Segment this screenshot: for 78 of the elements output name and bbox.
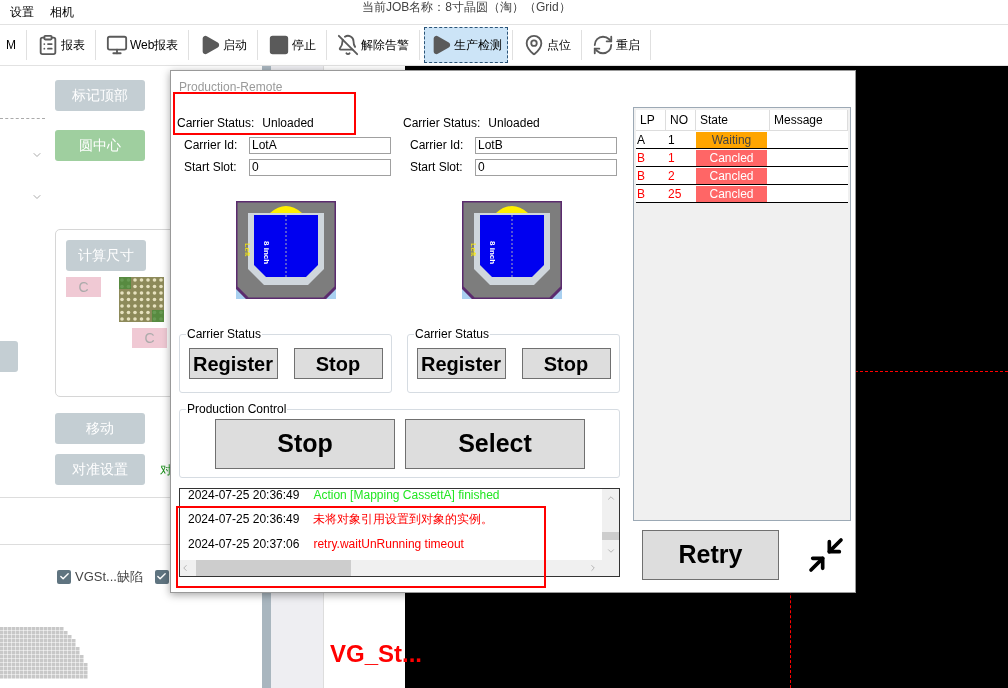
- marker-tag: C: [66, 277, 101, 297]
- collapse-icon[interactable]: [806, 535, 846, 575]
- status-text: 对: [160, 461, 172, 479]
- status-label: Carrier Status:: [403, 115, 481, 132]
- log-message: Action [Mapping CassettA] finished: [313, 489, 500, 504]
- state-badge: Cancled: [696, 149, 767, 166]
- column-header[interactable]: NO: [666, 110, 696, 130]
- control-button[interactable]: Stop: [215, 418, 395, 469]
- toolbar-button[interactable]: M: [0, 27, 22, 63]
- text-field[interactable]: 0: [475, 158, 617, 176]
- state-badge: Waiting: [696, 131, 767, 148]
- scroll-right-icon[interactable]: [588, 563, 598, 573]
- scroll-down-icon[interactable]: [605, 546, 616, 556]
- menu-item[interactable]: 相机: [50, 3, 74, 21]
- scroll-thumb[interactable]: [196, 560, 351, 576]
- control-button[interactable]: Select: [405, 418, 585, 469]
- field-label: Start Slot:: [184, 159, 238, 176]
- log-time: 2024-07-25 20:37:06: [188, 535, 300, 553]
- column-header[interactable]: Message: [770, 110, 848, 130]
- carrier-button[interactable]: Stop: [521, 348, 611, 379]
- column-header[interactable]: LP: [636, 110, 666, 130]
- table-cell-text: 25: [667, 185, 683, 203]
- table-cell-text: B: [636, 149, 646, 167]
- table-cell-text: A: [636, 131, 646, 149]
- scroll-left-icon[interactable]: [180, 563, 190, 573]
- toolbar-button[interactable]: 停止: [262, 27, 323, 63]
- state-badge: Cancled: [696, 185, 767, 202]
- text-field[interactable]: LotB: [475, 136, 617, 154]
- marker-tag: C: [132, 328, 167, 348]
- checkbox[interactable]: [57, 569, 71, 584]
- toolbar-button[interactable]: 报表: [31, 27, 91, 63]
- table-cell-text: B: [636, 185, 646, 203]
- carrier-button[interactable]: Register: [416, 348, 506, 379]
- toolbar-button[interactable]: 点位: [517, 27, 578, 63]
- scroll-thumb[interactable]: [602, 532, 619, 540]
- carrier-button[interactable]: Register: [188, 348, 278, 379]
- log-message: retry.waitUnRunning timeout: [313, 535, 464, 553]
- refresh-icon: [592, 34, 615, 56]
- status-value: Unloaded: [488, 115, 540, 132]
- vertical-scrollbar[interactable]: [602, 489, 619, 576]
- dialog-title: Production-Remote: [178, 79, 284, 94]
- log-message: 未将对象引用设置到对象的实例。: [313, 510, 494, 528]
- carrier-button[interactable]: Stop: [293, 348, 383, 379]
- checkbox[interactable]: [154, 569, 169, 584]
- toolbar-button[interactable]: 解除告警: [331, 27, 416, 63]
- cassette-drawing: 8 inch Left: [236, 201, 336, 299]
- toolbar-button[interactable]: Web报表: [100, 27, 185, 63]
- bell-off-icon: [337, 34, 360, 56]
- panel-button[interactable]: [0, 341, 18, 372]
- toolbar-button[interactable]: 启动: [193, 27, 254, 63]
- job-title: 当前JOB名称：8寸晶圆（淘）（Grid）: [362, 0, 571, 14]
- scroll-up-icon[interactable]: [605, 493, 616, 503]
- text-field[interactable]: 0: [249, 158, 391, 176]
- retry-button[interactable]: Retry: [642, 530, 779, 580]
- monitor-icon: [106, 34, 128, 56]
- column-header[interactable]: State: [696, 110, 770, 130]
- status-value: Unloaded: [262, 115, 314, 132]
- menu-item[interactable]: 设置: [10, 3, 34, 21]
- cassette-drawing: 8 inch Left: [462, 201, 562, 299]
- stop-icon: [268, 34, 291, 56]
- field-label: Carrier Id:: [410, 137, 465, 154]
- table-cell-text: 1: [667, 149, 676, 167]
- toolbar-button[interactable]: 重启: [586, 27, 647, 63]
- field-label: Start Slot:: [410, 159, 464, 176]
- pattern-drawing: [119, 277, 164, 322]
- table-cell-text: B: [636, 167, 646, 185]
- table-cell-text: 1: [667, 131, 676, 149]
- log-time: 2024-07-25 20:36:49: [188, 489, 300, 504]
- horizontal-scrollbar[interactable]: [180, 560, 602, 576]
- text-field[interactable]: LotA: [249, 136, 391, 154]
- table-cell-text: 2: [667, 167, 676, 185]
- clipboard-icon: [37, 34, 59, 56]
- field-label: Carrier Id:: [184, 137, 239, 154]
- status-label: Carrier Status:: [177, 115, 255, 132]
- checkbox-label[interactable]: VGSt...缺陷: [75, 567, 143, 587]
- log-time: 2024-07-25 20:36:49: [188, 510, 300, 528]
- toolbar-button[interactable]: 生产检测: [424, 27, 509, 63]
- state-badge: Cancled: [696, 167, 767, 184]
